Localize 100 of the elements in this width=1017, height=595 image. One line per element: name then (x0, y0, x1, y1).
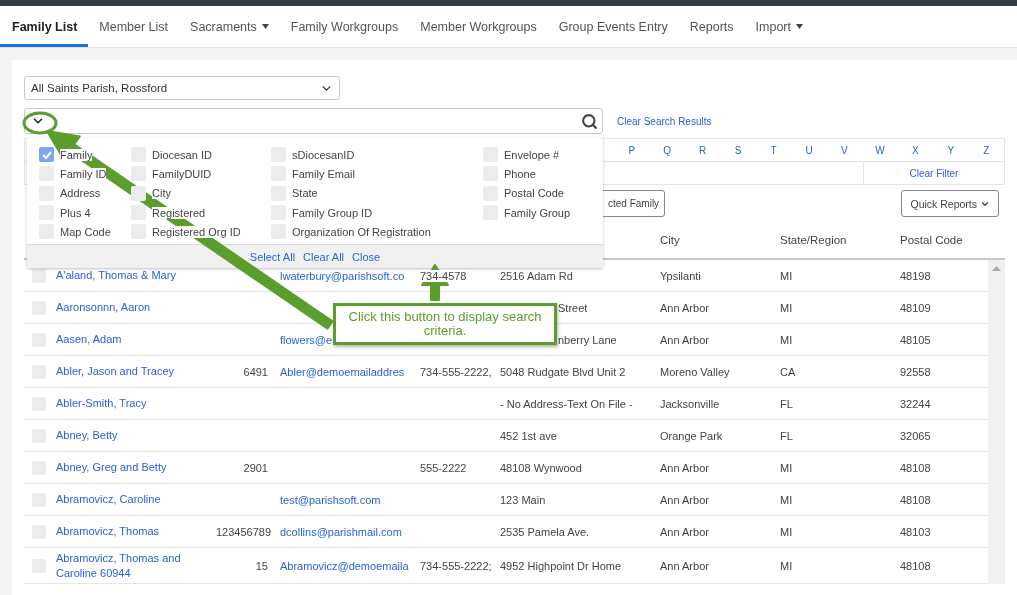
option-label: Map Code (60, 225, 111, 238)
letter-link[interactable]: U (791, 144, 827, 156)
column-header[interactable]: State/Region (780, 234, 900, 246)
option-label: Family Group ID (292, 206, 373, 219)
table-cell: 734-555-2222; (420, 559, 492, 572)
criteria-option[interactable]: Registered Org ID (131, 222, 271, 242)
checkbox[interactable] (39, 147, 54, 163)
criteria-option[interactable]: Family Email (271, 164, 483, 184)
criteria-option[interactable]: Map Code (39, 222, 131, 242)
table-cell: 32244 (900, 397, 931, 410)
search-field[interactable] (24, 108, 603, 134)
family-name-link[interactable]: Abramovicz, Thomas (56, 525, 160, 538)
nav-tab[interactable]: Member List (88, 6, 180, 47)
quick-reports-button[interactable]: Quick Reports (901, 190, 999, 217)
letter-link[interactable]: X (897, 144, 934, 156)
letter-link[interactable]: R (684, 144, 721, 156)
email-link[interactable]: Abramovicz@demoemaila (272, 559, 409, 572)
letter-link[interactable]: S (720, 144, 756, 156)
criteria-option[interactable]: sDiocesanID (271, 145, 483, 165)
option-label: Address (60, 187, 101, 200)
column-header[interactable]: City (660, 234, 780, 246)
table-cell: 5048 Rudgate Blvd Unit 2 (500, 365, 626, 378)
family-name-link[interactable]: A'aland, Thomas & Mary (56, 269, 176, 282)
table-cell: FL (780, 397, 793, 410)
footer-link[interactable]: Close (352, 250, 381, 263)
row-checkbox[interactable] (32, 268, 46, 283)
table-cell: MI (780, 461, 793, 474)
table-cell: nberry Lane (558, 333, 617, 346)
table-cell: 734-555-2222, (420, 365, 492, 378)
nav-tab[interactable]: Family List (0, 6, 89, 47)
table-cell: 2901 (243, 461, 268, 474)
table-cell: Ann Arbor (660, 333, 709, 346)
option-label: sDiocesanID (292, 148, 355, 161)
family-name-link[interactable]: Abney, Greg and Betty (56, 461, 167, 474)
criteria-option[interactable]: FamilyDUID (131, 164, 271, 184)
search-icon[interactable] (581, 112, 598, 130)
email-link[interactable]: lwaterbury@parishsoft.co (272, 269, 405, 282)
option-label: Phone (504, 167, 536, 180)
email-link[interactable]: test@parishsoft.com (272, 493, 381, 506)
criteria-option[interactable]: Family ID (39, 164, 131, 184)
clear-filter-link[interactable]: Clear Filter (909, 167, 959, 179)
family-name-link[interactable]: Aasen, Adam (56, 333, 122, 346)
footer-link[interactable]: Clear All (303, 250, 345, 263)
checkbox[interactable] (131, 185, 146, 201)
table-cell: MI (780, 269, 793, 282)
email-link[interactable]: Abler@demoemailaddres (272, 365, 405, 378)
letter-link[interactable]: T (755, 144, 792, 156)
nav-tab[interactable]: Family Workgroups (279, 6, 410, 47)
letter-link[interactable]: Q (649, 144, 685, 156)
nav-tab[interactable]: Import (744, 6, 814, 47)
scrollbar[interactable] (988, 260, 1005, 584)
table-cell: 48109 (900, 301, 931, 314)
option-label: Postal Code (504, 187, 564, 200)
criteria-option[interactable]: Envelope # (483, 145, 603, 165)
letter-link[interactable]: V (826, 144, 863, 156)
letter-link[interactable]: Z (968, 144, 1004, 156)
criteria-option[interactable]: Family Group ID (271, 202, 483, 223)
table-cell: 734-4578 (420, 269, 467, 282)
option-label: Family ID (60, 167, 107, 180)
family-name-link[interactable]: Abler-Smith, Tracy (56, 397, 147, 410)
nav-tab[interactable]: Member Workgroups (409, 6, 548, 47)
family-name-link[interactable]: Abramovicz, Thomas and Caroline 60944 (56, 550, 216, 581)
family-name-link[interactable]: Abramovicz, Caroline (56, 493, 161, 506)
table-cell: Ann Arbor (660, 461, 709, 474)
letter-link[interactable]: P (614, 144, 650, 156)
table-cell: 92558 (900, 365, 931, 378)
checkbox[interactable] (131, 205, 146, 221)
letter-link[interactable]: Y (933, 144, 969, 156)
option-label: Plus 4 (60, 206, 91, 219)
clear-search-link[interactable]: Clear Search Results (617, 115, 712, 127)
family-name-link[interactable]: Abney, Betty (56, 429, 118, 442)
option-label: Diocesan ID (152, 148, 212, 161)
table-cell: Ann Arbor (660, 525, 709, 538)
table-cell: 48198 (900, 269, 931, 282)
criteria-option[interactable]: Organization Of Registration (271, 222, 483, 242)
email-link[interactable]: flowers@e (272, 333, 333, 346)
table-cell: 48105 (900, 333, 931, 346)
parish-select[interactable]: All Saints Parish, Rossford (24, 76, 340, 100)
email-link[interactable]: dcollins@parishmail.com (272, 525, 402, 538)
nav-tab[interactable]: Reports (678, 6, 745, 47)
family-name-link[interactable]: Abler, Jason and Tracey (56, 365, 174, 378)
table-cell: 2535 Pamela Ave. (500, 525, 590, 538)
family-name-link[interactable]: Aaronsonnn, Aaron (56, 301, 151, 314)
criteria-option[interactable]: Phone (483, 164, 603, 184)
table-cell: MI (780, 559, 793, 572)
footer-link[interactable]: Select All (249, 250, 296, 263)
scroll-up-icon[interactable] (992, 266, 1001, 271)
column-header[interactable]: Postal Code (900, 234, 988, 246)
table-cell: 123 Main (500, 493, 546, 506)
criteria-option[interactable]: Plus 4 (39, 202, 131, 223)
criteria-option[interactable]: State (271, 183, 483, 203)
letter-link[interactable]: W (862, 144, 898, 156)
nav-tab[interactable]: Group Events Entry (547, 6, 679, 47)
criteria-option[interactable]: Diocesan ID (131, 145, 271, 165)
checkbox[interactable] (131, 166, 146, 182)
criteria-option[interactable]: Registered (131, 202, 271, 223)
criteria-option[interactable]: Address (39, 183, 131, 203)
table-cell: 48108 (900, 461, 931, 474)
nav-tab[interactable]: Sacraments (179, 6, 280, 47)
table-cell: Ann Arbor (660, 559, 709, 572)
